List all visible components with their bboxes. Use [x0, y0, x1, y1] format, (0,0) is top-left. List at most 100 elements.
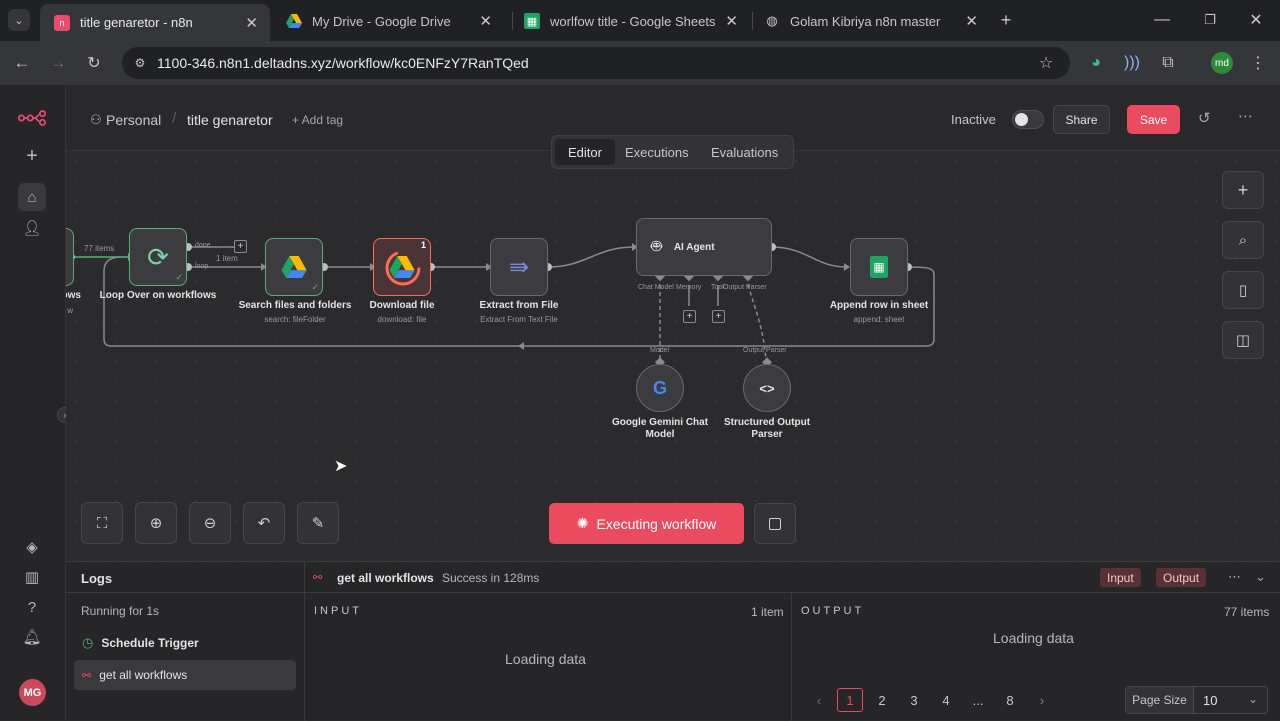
zoom-out-icon[interactable]: ⊖: [189, 502, 231, 544]
bell-icon[interactable]: 🔔︎: [18, 623, 46, 651]
page-size-select[interactable]: Page Size 10 ⌄: [1125, 686, 1268, 714]
log-item-schedule-trigger[interactable]: ◷ Schedule Trigger: [74, 630, 296, 656]
url-bar[interactable]: ⚙ 1100-346.n8n1.deltadns.xyz/workflow/kc…: [122, 47, 1070, 79]
page-2[interactable]: 2: [869, 688, 895, 712]
minimize-icon[interactable]: —: [1152, 10, 1172, 30]
tidy-up-icon[interactable]: ✎: [297, 502, 339, 544]
google-drive-icon: [286, 13, 302, 29]
extension-icon[interactable]: ◕: [1086, 53, 1106, 73]
node-structured-output-parser[interactable]: <>: [743, 364, 791, 412]
tab-executions[interactable]: Executions: [625, 145, 689, 160]
next-page-icon[interactable]: ›: [1029, 688, 1055, 712]
stop-execution-button[interactable]: [754, 503, 796, 544]
forward-icon[interactable]: →: [48, 53, 68, 73]
logs-title: Logs: [81, 571, 113, 586]
fit-view-icon[interactable]: ⛶: [81, 502, 123, 544]
sticky-note-icon[interactable]: ▯: [1222, 271, 1264, 309]
n8n-logo-icon[interactable]: [18, 104, 46, 132]
node-ai-agent[interactable]: 🤖︎ AI Agent: [636, 218, 772, 276]
log-item-get-all-workflows[interactable]: ⚯ get all workflows: [74, 660, 296, 690]
add-node-button[interactable]: +: [1222, 171, 1264, 209]
search-icon[interactable]: ⌕: [1222, 221, 1264, 259]
page-8[interactable]: 8: [997, 688, 1023, 712]
node-download-file[interactable]: 1: [373, 238, 431, 296]
workflow-canvas[interactable]: 77 items done loop 1 item + ows w ⟳ ✓ Lo…: [66, 151, 1280, 561]
workflow-name[interactable]: title genaretor: [187, 112, 273, 128]
node-gemini-chat-model[interactable]: G: [636, 364, 684, 412]
add-memory-button[interactable]: +: [683, 310, 696, 323]
project-breadcrumb[interactable]: Personal: [106, 112, 161, 128]
close-tab-icon[interactable]: ✕: [965, 12, 978, 30]
user-icon[interactable]: 👤︎: [18, 214, 46, 242]
node-search-files[interactable]: ✓: [265, 238, 323, 296]
mouse-cursor-icon: ➤: [334, 458, 348, 475]
tab-search-icon[interactable]: ⌄: [8, 9, 30, 31]
undo-icon[interactable]: ↶: [243, 502, 285, 544]
close-window-icon[interactable]: ✕: [1246, 10, 1266, 30]
file-extract-icon: ⇛: [508, 253, 530, 281]
chrome-menu-icon[interactable]: ⋮: [1248, 53, 1268, 73]
project-icon: ⚇: [90, 112, 102, 127]
add-icon[interactable]: +: [18, 142, 46, 170]
node-title: ows: [66, 290, 81, 301]
logs-panel: Logs Running for 1s ◷ Schedule Trigger ⚯…: [66, 561, 1280, 721]
page-1[interactable]: 1: [837, 688, 863, 712]
tab-n8n[interactable]: n title genaretor - n8n ✕: [40, 4, 270, 41]
node-loop[interactable]: ⟳ ✓: [129, 228, 187, 286]
divider: [66, 592, 305, 593]
port-memory: Memory: [676, 284, 702, 291]
browser-tab-bar: ⌄ n title genaretor - n8n ✕ My Drive - G…: [0, 0, 1280, 41]
connections-layer: [67, 243, 935, 368]
output-toggle-button[interactable]: Output: [1156, 568, 1207, 587]
page-ellipsis[interactable]: ...: [965, 688, 991, 712]
tab-evaluations[interactable]: Evaluations: [711, 145, 778, 160]
home-icon[interactable]: ⌂: [18, 183, 46, 211]
toggle-knob: [1015, 113, 1028, 126]
reload-icon[interactable]: ↻: [84, 53, 104, 73]
insights-chart-icon[interactable]: ▥: [18, 563, 46, 591]
page-3[interactable]: 3: [901, 688, 927, 712]
success-check-icon: ✓: [311, 282, 319, 292]
tab-google-drive[interactable]: My Drive - Google Drive ✕: [272, 6, 504, 36]
node-get-all-workflows[interactable]: [66, 228, 74, 286]
back-icon[interactable]: ←: [12, 53, 32, 73]
add-tool-button[interactable]: +: [712, 310, 725, 323]
new-tab-icon[interactable]: +: [996, 10, 1016, 30]
close-tab-icon[interactable]: ✕: [479, 12, 492, 30]
node-append-row[interactable]: ▦: [850, 238, 908, 296]
logs-sidebar: Logs Running for 1s ◷ Schedule Trigger ⚯…: [66, 562, 305, 721]
puzzle-extensions-icon[interactable]: ⧉: [1158, 53, 1178, 73]
bookmark-star-icon[interactable]: ☆: [1036, 53, 1056, 73]
tab-google-sheets[interactable]: ▦ worlfow title - Google Sheets ✕: [510, 6, 750, 36]
zoom-in-icon[interactable]: ⊕: [135, 502, 177, 544]
breadcrumb-separator: /: [172, 110, 177, 127]
add-tag-button[interactable]: + Add tag: [292, 113, 343, 127]
more-options-icon[interactable]: ⋯: [1228, 569, 1241, 585]
help-icon[interactable]: ?: [18, 593, 46, 621]
page-4[interactable]: 4: [933, 688, 959, 712]
read-aloud-icon[interactable]: ))): [1122, 53, 1142, 73]
close-tab-icon[interactable]: ✕: [725, 12, 738, 30]
restore-icon[interactable]: ❐: [1200, 10, 1220, 30]
history-icon[interactable]: ↺: [1198, 109, 1211, 127]
add-node-done-button[interactable]: +: [234, 240, 247, 253]
tab-golam[interactable]: ◍ Golam Kibriya n8n master ✕: [750, 6, 990, 36]
panel-toggle-icon[interactable]: ◫: [1222, 321, 1264, 359]
node-subtitle: append: sheet: [853, 315, 905, 324]
prev-page-icon[interactable]: ‹: [806, 688, 832, 712]
site-info-icon[interactable]: ⚙: [130, 53, 150, 73]
user-avatar[interactable]: MG: [19, 679, 46, 706]
templates-icon[interactable]: ◈: [18, 533, 46, 561]
more-options-icon[interactable]: ⋯: [1238, 107, 1253, 125]
profile-avatar[interactable]: md: [1211, 52, 1233, 74]
active-toggle[interactable]: [1012, 110, 1044, 129]
save-button[interactable]: Save: [1127, 105, 1180, 134]
collapse-chevron-icon[interactable]: ⌄: [1255, 569, 1266, 585]
execute-workflow-button[interactable]: ✺ Executing workflow: [549, 503, 744, 544]
close-tab-icon[interactable]: ✕: [245, 14, 258, 32]
node-extract-from-file[interactable]: ⇛: [490, 238, 548, 296]
share-button[interactable]: Share: [1053, 105, 1110, 134]
tab-title: Golam Kibriya n8n master: [790, 13, 941, 29]
input-toggle-button[interactable]: Input: [1100, 568, 1141, 587]
tab-editor[interactable]: Editor: [555, 139, 615, 165]
